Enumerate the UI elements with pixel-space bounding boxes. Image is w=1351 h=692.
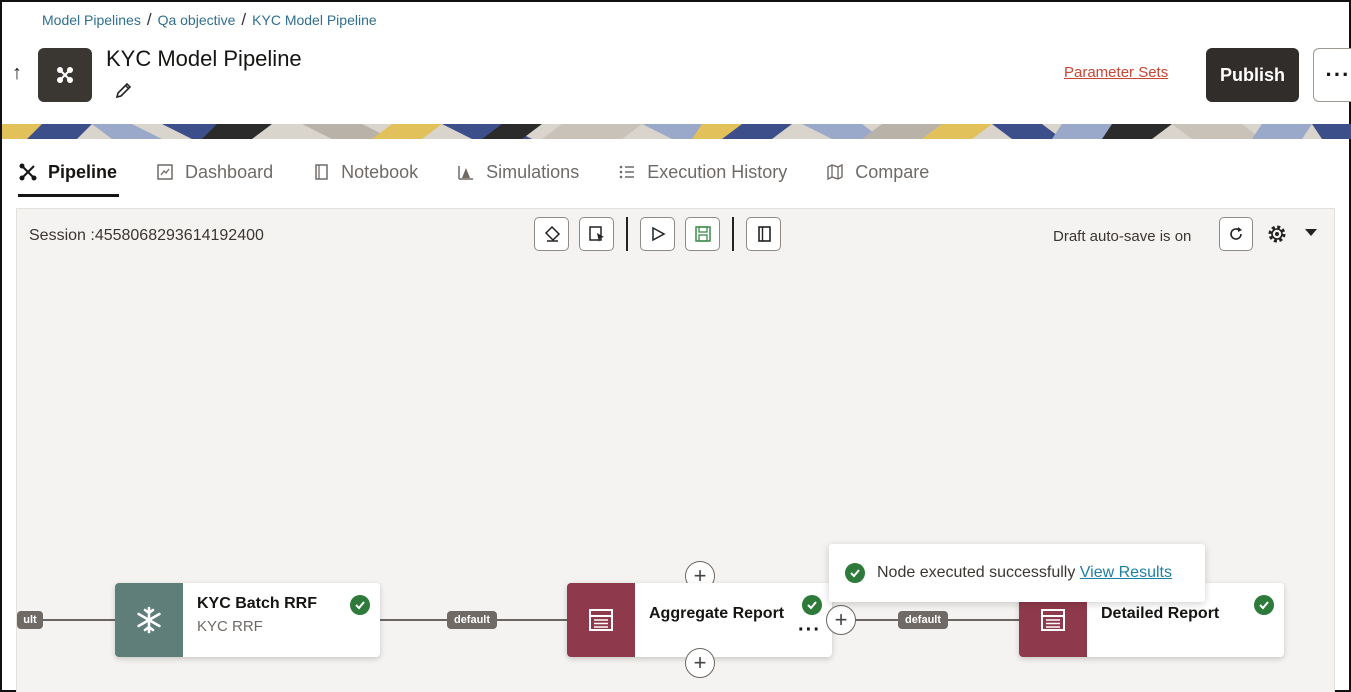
book-icon [757,226,771,242]
tab-label: Dashboard [185,161,274,182]
breadcrumb-current[interactable]: KYC Model Pipeline [252,12,377,28]
gear-icon[interactable] [1266,223,1288,245]
page-title: KYC Model Pipeline [106,46,302,71]
more-actions-button[interactable]: ··· [1313,48,1351,102]
map-icon [825,162,845,182]
session-id: Session :4558068293614192400 [29,227,264,244]
tab-label: Compare [855,161,930,182]
table-icon [589,609,613,631]
edge-label: default [447,611,497,629]
table-icon [1041,609,1065,631]
save-button[interactable] [685,217,720,251]
parameter-sets-link[interactable]: Parameter Sets [1064,64,1168,81]
success-check-icon [845,563,865,583]
refresh-button[interactable] [1219,217,1253,251]
success-check-icon [802,595,822,615]
pipeline-node[interactable]: Aggregate Report [567,583,832,657]
node-title: Aggregate Report [649,605,785,622]
tab-label: Simulations [486,161,580,182]
breadcrumb: Model Pipelines / Qa objective / KYC Mod… [42,10,377,30]
chevron-down-icon[interactable] [1305,229,1317,236]
pipeline-icon [18,162,38,182]
list-icon [617,162,637,182]
node-icon-block [115,583,183,657]
decorative-banner [2,124,1351,139]
breadcrumb-separator: / [146,10,152,29]
toolbar-divider [732,217,734,251]
view-results-link[interactable]: View Results [1080,564,1172,581]
add-node-right-button[interactable]: + [826,605,856,635]
dashboard-icon [155,162,175,182]
simulations-icon [456,162,476,182]
node-icon-block [567,583,635,657]
node-title: KYC Batch RRF [197,595,318,612]
tab-label: Notebook [341,161,419,182]
edge-label: ult [17,611,43,629]
pipeline-icon [57,67,73,83]
pipeline-canvas[interactable]: Session :4558068293614192400 Draft auto-… [16,208,1335,692]
back-arrow-icon[interactable]: ↑ [12,62,22,85]
breadcrumb-qa-objective[interactable]: Qa objective [158,12,236,28]
notebook-button[interactable] [746,217,781,251]
success-check-icon [1254,595,1274,615]
node-more-icon[interactable]: ··· [798,619,821,642]
toolbar-divider [626,217,628,251]
tab-label: Execution History [647,161,788,182]
success-toast: Node executed successfully View Results [829,544,1205,602]
refresh-icon [1230,227,1242,240]
publish-button[interactable]: Publish [1206,48,1299,102]
tab-label: Pipeline [48,161,118,182]
breadcrumb-model-pipelines[interactable]: Model Pipelines [42,12,141,28]
autosave-status: Draft auto-save is on [1053,228,1192,245]
tab-notebook[interactable]: Notebook [311,150,418,194]
edit-pencil-icon[interactable] [114,80,134,100]
pipeline-node[interactable]: KYC Batch RRF KYC RRF [115,583,380,657]
eraser-icon [544,225,560,242]
tab-pipeline[interactable]: Pipeline [18,150,120,197]
canvas-toolbar [534,217,781,251]
breadcrumb-separator: / [241,10,247,29]
node-title: Detailed Report [1101,605,1220,622]
success-check-icon [350,595,370,615]
tab-dashboard[interactable]: Dashboard [155,150,273,194]
snowflake-icon [137,606,161,634]
tab-compare[interactable]: Compare [825,150,929,194]
select-icon [588,226,604,242]
tab-bar: Pipeline Dashboard Notebook Simulations … [18,150,967,198]
tab-simulations[interactable]: Simulations [456,150,579,194]
clear-button[interactable] [534,217,569,251]
tab-execution-history[interactable]: Execution History [617,150,787,194]
add-node-below-button[interactable]: + [685,648,715,678]
node-subtitle: KYC RRF [197,618,263,635]
toast-message: Node executed successfully [877,564,1076,581]
select-button[interactable] [579,217,614,251]
run-button[interactable] [640,217,675,251]
edge-label: default [898,611,948,629]
pipeline-app-icon [38,48,92,102]
save-icon [694,226,711,242]
run-icon [651,226,666,242]
notebook-icon [311,162,331,182]
node-body: KYC Batch RRF KYC RRF [183,583,380,657]
